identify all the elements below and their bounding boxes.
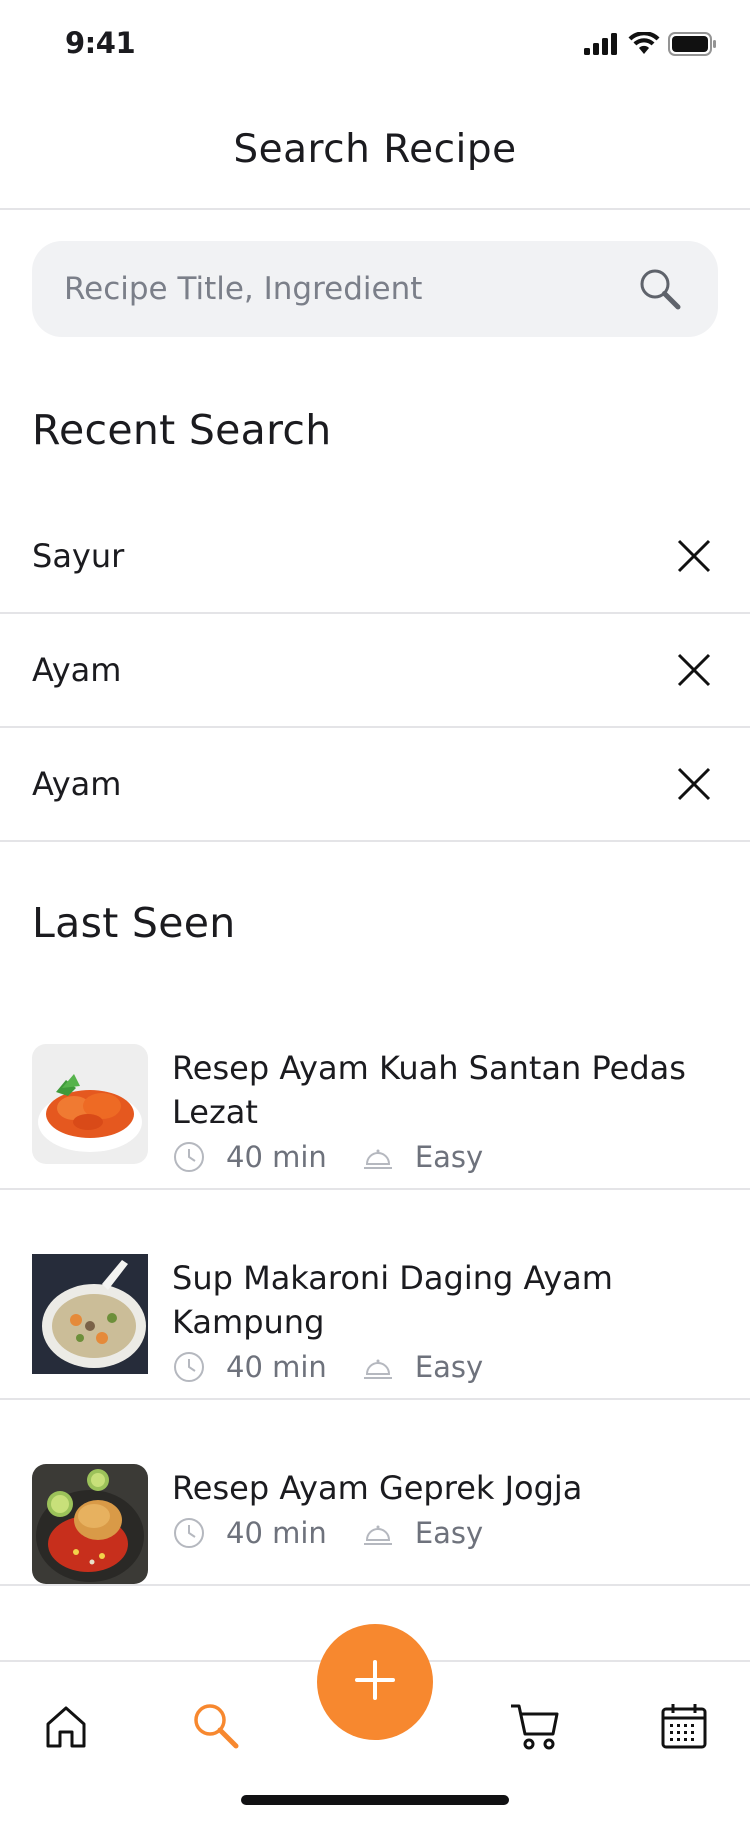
clock-icon [172, 1140, 206, 1174]
wifi-icon [628, 31, 660, 60]
header: Search Recipe [0, 90, 750, 210]
search-icon[interactable] [186, 1696, 246, 1756]
last-seen-list: Resep Ayam Kuah Santan Pedas Lezat 40 mi… [0, 980, 750, 1586]
clock-icon [172, 1350, 206, 1384]
cloche-icon [361, 1350, 395, 1384]
close-icon[interactable] [670, 532, 718, 580]
cloche-icon [361, 1516, 395, 1550]
search-input[interactable] [64, 271, 634, 307]
close-icon[interactable] [670, 760, 718, 808]
recipe-meta: 40 min Easy [172, 1350, 718, 1384]
recipe-meta: 40 min Easy [172, 1140, 718, 1174]
recipe-card[interactable]: Resep Ayam Geprek Jogja 40 min Easy [0, 1400, 750, 1586]
recipe-card[interactable]: Resep Ayam Kuah Santan Pedas Lezat 40 mi… [0, 980, 750, 1190]
recipe-title[interactable]: Resep Ayam Kuah Santan Pedas Lezat [172, 1046, 718, 1134]
recipe-difficulty: Easy [414, 1140, 484, 1174]
recent-search-title: Recent Search [32, 406, 332, 454]
search-icon[interactable] [634, 263, 686, 315]
recent-search-item[interactable]: Sayur [0, 500, 750, 614]
recipe-thumbnail[interactable] [32, 1044, 148, 1164]
recipe-time: 40 min [226, 1350, 327, 1384]
recipe-difficulty: Easy [414, 1350, 484, 1384]
recent-search-item[interactable]: Ayam [0, 614, 750, 728]
recent-search-label[interactable]: Ayam [32, 651, 121, 689]
recipe-info: Resep Ayam Geprek Jogja 40 min Easy [172, 1432, 718, 1584]
recipe-info: Sup Makaroni Daging Ayam Kampung 40 min … [172, 1222, 718, 1398]
status-bar: 9:41 [0, 0, 750, 90]
clock-icon [172, 1516, 206, 1550]
search-bar[interactable] [32, 241, 718, 337]
page-title: Search Recipe [233, 126, 517, 172]
home-indicator [241, 1795, 509, 1805]
cloche-icon [361, 1140, 395, 1174]
recipe-thumbnail[interactable] [32, 1254, 148, 1374]
recent-search-item[interactable]: Ayam [0, 728, 750, 842]
status-icons [584, 31, 718, 60]
recent-search-label[interactable]: Sayur [32, 537, 124, 575]
battery-icon [668, 32, 718, 60]
plus-icon [353, 1658, 397, 1706]
recent-search-label[interactable]: Ayam [32, 765, 121, 803]
last-seen-title: Last Seen [32, 899, 236, 947]
status-time: 9:41 [65, 26, 136, 60]
calendar-icon[interactable] [654, 1696, 714, 1756]
recipe-card[interactable]: Sup Makaroni Daging Ayam Kampung 40 min … [0, 1190, 750, 1400]
recipe-meta: 40 min Easy [172, 1516, 718, 1550]
recipe-info: Resep Ayam Kuah Santan Pedas Lezat 40 mi… [172, 1012, 718, 1188]
add-recipe-button[interactable] [317, 1624, 433, 1740]
recipe-title[interactable]: Sup Makaroni Daging Ayam Kampung [172, 1256, 718, 1344]
home-icon[interactable] [36, 1696, 96, 1756]
recipe-thumbnail[interactable] [32, 1464, 148, 1584]
recipe-difficulty: Easy [414, 1516, 484, 1550]
recent-search-list: Sayur Ayam Ayam [0, 500, 750, 842]
recipe-time: 40 min [226, 1140, 327, 1174]
recipe-time: 40 min [226, 1516, 327, 1550]
close-icon[interactable] [670, 646, 718, 694]
signal-icon [584, 33, 620, 59]
recipe-title[interactable]: Resep Ayam Geprek Jogja [172, 1466, 718, 1510]
cart-icon[interactable] [505, 1696, 565, 1756]
